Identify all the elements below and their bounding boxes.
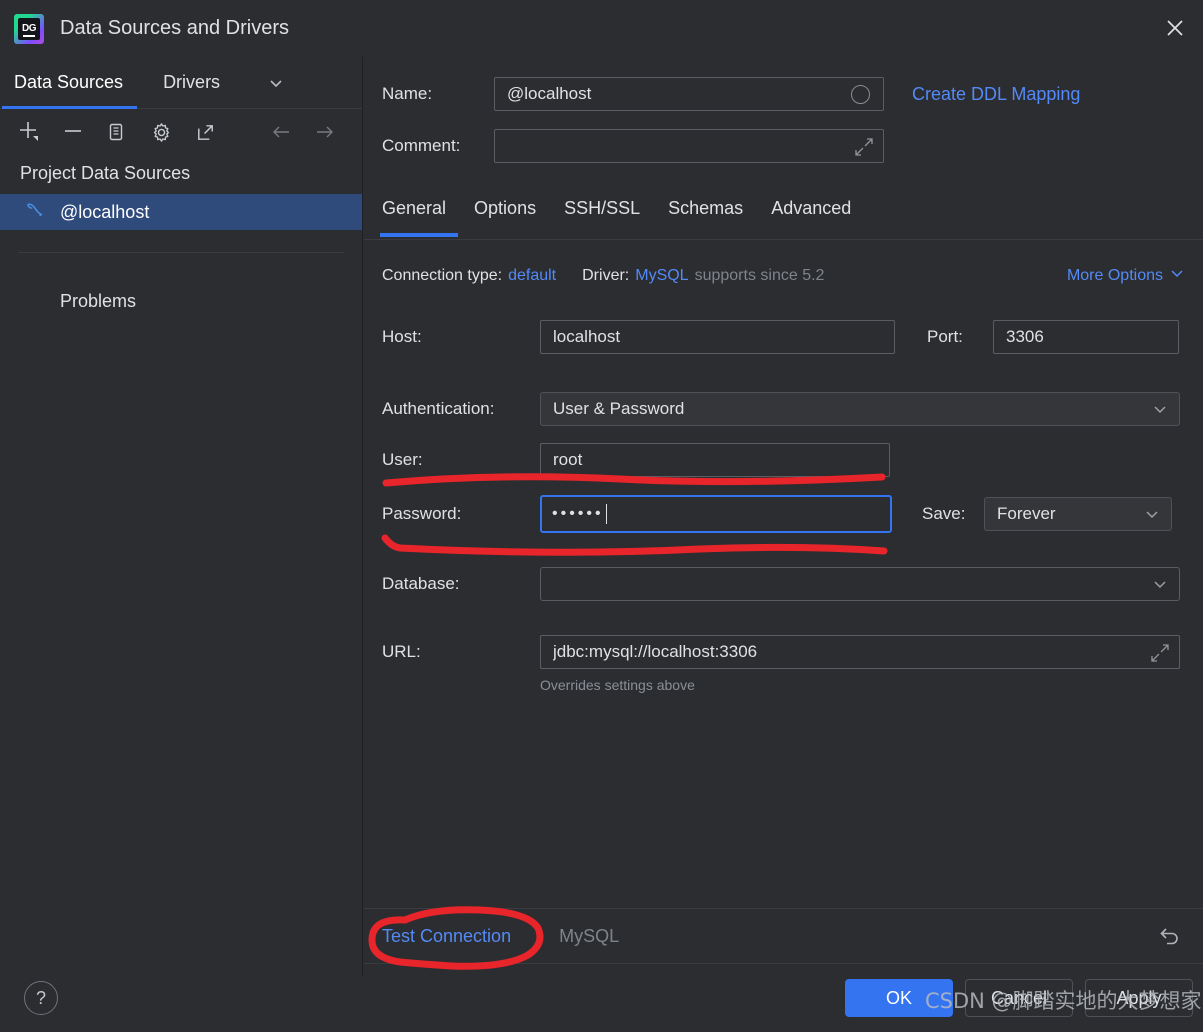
sidebar-tab-data-sources[interactable]: Data Sources (1, 72, 138, 109)
comment-field-row: Comment: (382, 129, 884, 163)
tab-schemas[interactable]: Schemas (654, 193, 757, 223)
save-label: Save: (922, 504, 966, 523)
connection-type-row: Connection type: default Driver: MySQL s… (382, 265, 1185, 286)
ok-button[interactable]: OK (845, 979, 953, 1017)
user-label: User: (382, 450, 423, 469)
sidebar-group-title: Project Data Sources (20, 163, 191, 183)
url-input-wrapper (540, 635, 1180, 669)
sidebar-item-localhost[interactable]: @localhost (0, 194, 362, 230)
name-field-row: Name: Create DDL Mapping (382, 77, 1182, 111)
database-row: Database: (382, 567, 1180, 601)
test-connection-link[interactable]: Test Connection (382, 926, 511, 947)
expand-editor-icon[interactable] (854, 137, 874, 157)
sidebar-item-label: @localhost (60, 201, 150, 222)
driver-status-label: MySQL (559, 925, 620, 946)
driver-label: Driver: (582, 266, 630, 284)
user-input[interactable] (540, 443, 890, 477)
url-input[interactable] (540, 635, 1180, 669)
comment-input-wrapper (494, 129, 884, 163)
tab-options[interactable]: Options (460, 193, 550, 223)
data-sources-dialog: DG Data Sources and Drivers Data Sources… (0, 0, 1203, 1032)
sidebar-toolbar (0, 109, 362, 155)
chevron-down-icon (1151, 400, 1169, 418)
host-input[interactable] (540, 320, 895, 354)
tab-advanced[interactable]: Advanced (757, 193, 865, 223)
sidebar: Data Sources Drivers Project Data Source… (0, 57, 363, 977)
chevron-down-icon (1151, 575, 1169, 593)
authentication-select[interactable]: User & Password (540, 392, 1180, 426)
authentication-row: Authentication: User & Password (382, 392, 1180, 426)
forward-arrow-icon[interactable] (312, 119, 338, 145)
tabs-underline (364, 239, 1203, 240)
comment-input[interactable] (494, 129, 884, 163)
close-icon[interactable] (1147, 0, 1203, 56)
text-caret (605, 504, 607, 524)
chevron-down-icon (1169, 265, 1185, 286)
action-bar: Test Connection MySQL (364, 908, 1203, 964)
authentication-value: User & Password (553, 399, 685, 418)
expand-editor-icon[interactable] (1150, 643, 1170, 663)
database-label: Database: (382, 574, 460, 593)
database-select[interactable] (540, 567, 1180, 601)
chevron-down-icon[interactable] (266, 73, 286, 93)
circle-indicator-icon (851, 85, 870, 104)
help-icon[interactable]: ? (24, 981, 58, 1015)
password-row: Password: •••••• Save: Forever (382, 495, 1172, 533)
password-label: Password: (382, 504, 462, 523)
comment-label: Comment: (382, 136, 461, 155)
settings-tabs: General Options SSH/SSL Schemas Advanced (364, 193, 1203, 239)
name-label: Name: (382, 84, 433, 103)
save-select[interactable]: Forever (984, 497, 1172, 531)
password-value: •••••• (552, 505, 604, 522)
external-link-icon[interactable] (192, 119, 218, 145)
url-row: URL: (382, 635, 1180, 669)
tab-ssh-ssl[interactable]: SSH/SSL (550, 193, 654, 223)
password-input[interactable]: •••••• (540, 495, 892, 533)
name-input-wrapper (494, 77, 884, 111)
cancel-button[interactable]: Cancel (965, 979, 1073, 1017)
host-port-row: Host: Port: (382, 320, 1179, 354)
more-options-button[interactable]: More Options (1067, 265, 1185, 286)
user-row: User: (382, 443, 890, 477)
logo-text: DG (22, 23, 37, 34)
datagrip-logo-icon: DG (14, 13, 44, 44)
port-label: Port: (927, 327, 963, 346)
more-options-label: More Options (1066, 266, 1163, 284)
host-label: Host: (382, 327, 422, 346)
url-label: URL: (382, 642, 421, 661)
back-arrow-icon[interactable] (268, 119, 294, 145)
title-bar: DG Data Sources and Drivers (0, 0, 1203, 57)
add-icon[interactable] (16, 119, 42, 145)
dialog-buttons: OK Cancel Apply (364, 964, 1203, 1032)
sidebar-tab-drivers[interactable]: Drivers (161, 72, 222, 93)
chevron-down-icon (1143, 505, 1161, 523)
name-input[interactable] (494, 77, 884, 111)
settings-gear-icon[interactable] (148, 119, 174, 145)
authentication-label: Authentication: (382, 399, 495, 418)
mysql-dolphin-icon (24, 199, 46, 226)
apply-button[interactable]: Apply (1085, 979, 1193, 1017)
sidebar-item-problems[interactable]: Problems (0, 253, 362, 312)
sidebar-tabs: Data Sources Drivers (0, 57, 362, 109)
driver-note: supports since 5.2 (694, 266, 825, 284)
port-input[interactable] (993, 320, 1179, 354)
duplicate-icon[interactable] (104, 119, 130, 145)
url-hint: Overrides settings above (540, 677, 695, 693)
create-ddl-mapping-link[interactable]: Create DDL Mapping (912, 84, 1080, 105)
driver-value[interactable]: MySQL (635, 267, 688, 285)
tab-general[interactable]: General (379, 193, 460, 237)
settings-panel: Name: Create DDL Mapping Comment: (364, 57, 1203, 908)
remove-icon[interactable] (60, 119, 86, 145)
window-title: Data Sources and Drivers (60, 17, 289, 39)
connection-type-value[interactable]: default (508, 267, 556, 285)
save-value: Forever (997, 504, 1056, 523)
undo-icon[interactable] (1157, 923, 1183, 949)
connection-type-label: Connection type: (382, 266, 503, 284)
